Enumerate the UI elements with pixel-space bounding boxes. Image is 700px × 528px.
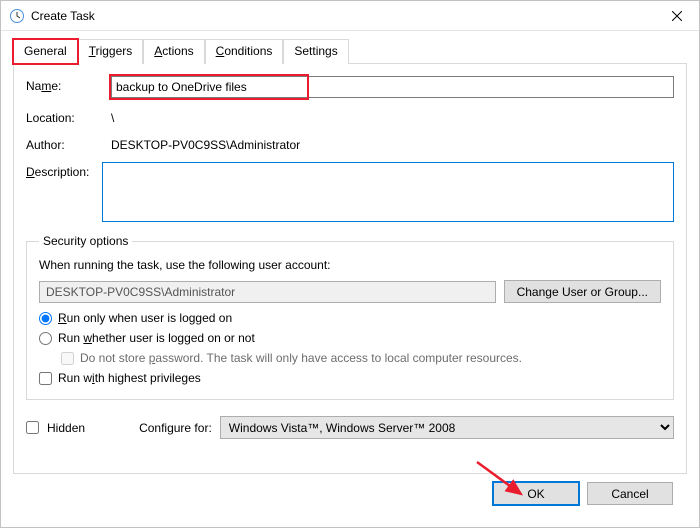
tab-strip: General Triggers Actions Conditions Sett… xyxy=(13,39,687,64)
hidden-checkbox[interactable] xyxy=(26,421,39,434)
tab-body-general: Name: Location: \ Author: DESKTOP-PV0C9S… xyxy=(13,64,687,474)
dialog-button-row: OK Cancel xyxy=(13,474,687,517)
security-options-group: Security options When running the task, … xyxy=(26,234,674,400)
run-logged-on-label[interactable]: Run only when user is logged on xyxy=(58,311,232,325)
close-icon xyxy=(672,11,682,21)
author-label: Author: xyxy=(26,135,101,152)
security-legend: Security options xyxy=(39,234,132,248)
cancel-button[interactable]: Cancel xyxy=(587,482,673,505)
tab-triggers[interactable]: Triggers xyxy=(78,39,144,64)
ok-button[interactable]: OK xyxy=(493,482,579,505)
highest-privileges-label[interactable]: Run with highest privileges xyxy=(58,371,201,385)
security-user-display: DESKTOP-PV0C9SS\Administrator xyxy=(39,281,496,303)
tab-settings[interactable]: Settings xyxy=(283,39,348,64)
tab-actions[interactable]: Actions xyxy=(143,39,204,64)
run-logged-on-radio[interactable] xyxy=(39,312,52,325)
location-value: \ xyxy=(111,108,114,125)
close-button[interactable] xyxy=(654,1,699,31)
tab-conditions[interactable]: Conditions xyxy=(205,39,284,64)
location-label: Location: xyxy=(26,108,101,125)
run-whether-radio[interactable] xyxy=(39,332,52,345)
no-store-password-label: Do not store password. The task will onl… xyxy=(80,351,522,365)
clock-icon xyxy=(9,8,25,24)
name-label: Name: xyxy=(26,76,101,93)
no-store-password-checkbox xyxy=(61,352,74,365)
titlebar: Create Task xyxy=(1,1,699,31)
dialog-content: General Triggers Actions Conditions Sett… xyxy=(1,31,699,527)
create-task-window: Create Task General Triggers Actions Con… xyxy=(0,0,700,528)
security-prompt: When running the task, use the following… xyxy=(39,258,661,272)
hidden-label[interactable]: Hidden xyxy=(47,421,85,435)
configure-for-label: Configure for: xyxy=(139,421,212,435)
description-label: Description: xyxy=(26,162,92,179)
tab-general[interactable]: General xyxy=(13,39,78,64)
change-user-button[interactable]: Change User or Group... xyxy=(504,280,661,303)
author-value: DESKTOP-PV0C9SS\Administrator xyxy=(111,135,300,152)
window-title: Create Task xyxy=(31,9,654,23)
highest-privileges-checkbox[interactable] xyxy=(39,372,52,385)
run-whether-label[interactable]: Run whether user is logged on or not xyxy=(58,331,255,345)
name-input[interactable] xyxy=(111,76,674,98)
description-input[interactable] xyxy=(102,162,674,222)
configure-for-select[interactable]: Windows Vista™, Windows Server™ 2008 xyxy=(220,416,674,439)
